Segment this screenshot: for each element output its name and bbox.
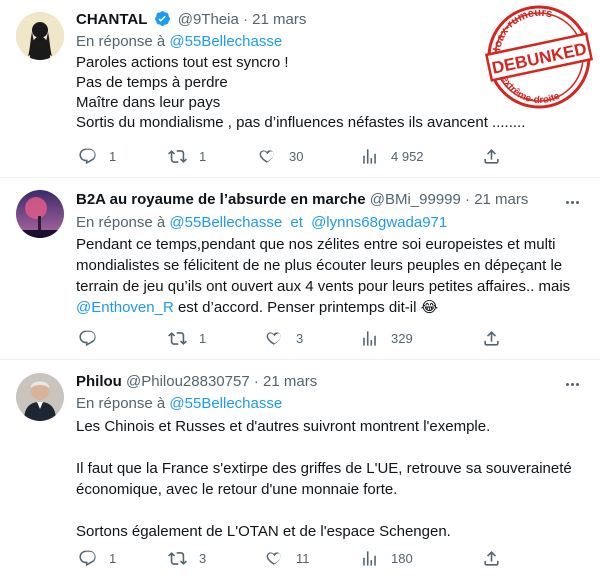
laughing-emoji: 😂 (420, 299, 439, 316)
reply-context: En réponse à @55Bellechasse (76, 394, 282, 414)
separator-dot: · (465, 191, 471, 208)
reply-context: En réponse à @55Bellechasse (76, 32, 282, 52)
tweet-paragraph: Sortons également de L'OTAN et de l'espa… (76, 523, 451, 540)
retweet-button[interactable]: 1 (168, 328, 206, 348)
retweet-button[interactable]: 1 (168, 146, 206, 166)
reply-button[interactable]: 1 (78, 146, 116, 166)
like-button[interactable]: 3 (265, 328, 303, 348)
tweet-header: CHANTAL @9Theia · 21 mars (76, 10, 306, 30)
reply-prefix: En réponse à (76, 33, 166, 50)
retweet-count: 3 (199, 550, 207, 566)
author-name[interactable]: Philou (76, 373, 122, 390)
share-icon (484, 330, 499, 346)
body-mention[interactable]: @Enthoven_R (76, 299, 174, 316)
views-button[interactable]: 329 (360, 328, 413, 348)
reply-mention[interactable]: @55Bellechasse (169, 214, 282, 231)
views-button[interactable]: 4 952 (360, 146, 424, 166)
separator-dot: · (253, 373, 259, 390)
tweet-actions: 1 3 329 (70, 328, 520, 348)
verified-icon (154, 11, 170, 26)
debunked-stamp: Hoax-rumeurs d'extrême-droite DEBUNKED (484, 5, 594, 109)
reply-button[interactable] (78, 328, 109, 348)
views-button[interactable]: 180 (360, 548, 413, 568)
views-count: 180 (391, 550, 413, 566)
author-name[interactable]: B2A au royaume de l’absurde en marche (76, 191, 366, 208)
avatar[interactable] (16, 12, 64, 60)
like-button[interactable]: 30 (258, 146, 303, 166)
avatar-image (16, 190, 64, 238)
more-icon (575, 382, 579, 386)
author-handle[interactable]: @Philou28830757 (126, 373, 250, 390)
tweet-date[interactable]: 21 mars (263, 373, 317, 390)
tweet-date[interactable]: 21 mars (474, 191, 528, 208)
share-button[interactable] (482, 146, 501, 166)
retweet-count: 1 (199, 148, 207, 164)
tweet-2[interactable]: B2A au royaume de l’absurde en marche @B… (0, 178, 600, 360)
avatar[interactable] (16, 373, 64, 421)
reply-count: 1 (109, 550, 117, 566)
retweet-button[interactable]: 3 (168, 548, 206, 568)
tweet-date[interactable]: 21 mars (252, 11, 306, 28)
more-options-button[interactable] (562, 192, 582, 212)
tweet-line: Sortis du mondialisme , pas d’influences… (76, 114, 526, 131)
separator-dot: · (242, 11, 248, 28)
retweet-count: 1 (199, 330, 207, 346)
more-icon (575, 200, 579, 204)
author-handle[interactable]: @BMi_99999 (370, 191, 461, 208)
retweet-icon (168, 331, 187, 345)
tweet-3[interactable]: Philou @Philou28830757 · 21 mars En répo… (0, 360, 600, 585)
reply-icon (79, 330, 96, 346)
tweet-actions: 1 1 30 4 952 (70, 146, 520, 166)
tweet-header: B2A au royaume de l’absurde en marche @B… (76, 190, 528, 210)
tweet-header: Philou @Philou28830757 · 21 mars (76, 372, 317, 392)
reply-context: En réponse à @55Bellechasse et @lynns68g… (76, 213, 447, 233)
views-icon (363, 330, 376, 346)
tweet-paragraph: Les Chinois et Russes et d'autres suivro… (76, 418, 491, 435)
avatar[interactable] (16, 190, 64, 238)
tweet-actions: 1 3 11 180 (70, 548, 520, 568)
reply-prefix: En réponse à (76, 395, 166, 412)
reply-joiner: et (290, 214, 303, 231)
tweet-body: Pendant ce temps,pendant que nos zélites… (76, 236, 571, 295)
like-count: 3 (296, 330, 304, 346)
tweet-text: Pendant ce temps,pendant que nos zélites… (76, 234, 581, 318)
views-count: 329 (391, 330, 413, 346)
author-name[interactable]: CHANTAL (76, 11, 147, 28)
more-icon (570, 382, 574, 386)
like-icon (266, 551, 281, 565)
share-icon (484, 148, 499, 164)
reply-count: 1 (109, 148, 117, 164)
reply-mention[interactable]: @lynns68gwada971 (311, 214, 447, 231)
more-icon (570, 200, 574, 204)
tweet-text: Les Chinois et Russes et d'autres suivro… (76, 416, 586, 542)
like-count: 30 (289, 148, 304, 164)
retweet-icon (168, 149, 187, 163)
views-count: 4 952 (391, 148, 424, 164)
share-icon (484, 550, 499, 566)
more-icon (565, 382, 569, 386)
like-count: 11 (296, 550, 310, 566)
more-options-button[interactable] (562, 374, 582, 394)
tweet-body-end: est d’accord. Penser printemps dit-il (173, 299, 421, 316)
like-icon (266, 331, 281, 345)
share-button[interactable] (482, 328, 501, 348)
reply-mention[interactable]: @55Bellechasse (169, 33, 282, 50)
reply-icon (79, 550, 96, 566)
retweet-icon (168, 551, 187, 565)
more-icon (565, 200, 569, 204)
tweet-paragraph: Il faut que la France s'extirpe des grif… (76, 460, 572, 498)
avatar-image (16, 12, 64, 60)
author-handle[interactable]: @9Theia (178, 11, 239, 28)
reply-icon (79, 148, 96, 164)
like-button[interactable]: 11 (265, 548, 310, 568)
reply-button[interactable]: 1 (78, 548, 116, 568)
share-button[interactable] (482, 548, 501, 568)
reply-mention[interactable]: @55Bellechasse (169, 395, 282, 412)
reply-prefix: En réponse à (76, 214, 166, 231)
like-icon (259, 149, 274, 163)
views-icon (363, 550, 376, 566)
avatar-image (16, 373, 64, 421)
views-icon (363, 148, 376, 164)
